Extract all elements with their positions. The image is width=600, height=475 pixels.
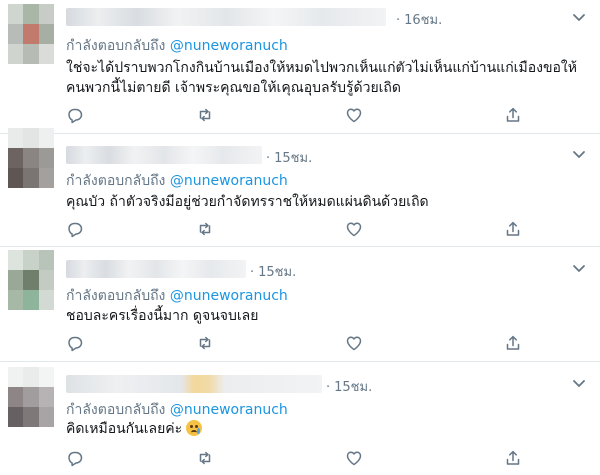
reply-icon[interactable] (66, 106, 84, 124)
avatar-pixel (23, 270, 39, 290)
avatar-pixel (8, 44, 24, 64)
like-icon[interactable] (345, 449, 363, 467)
divider (0, 133, 600, 134)
share-icon[interactable] (504, 220, 522, 238)
mention-link[interactable]: @nuneworanuch (170, 38, 288, 54)
share-icon[interactable] (504, 449, 522, 467)
reply-context: กำลังตอบกลับถึง @nuneworanuch (66, 35, 288, 57)
chevron-down-icon[interactable] (572, 10, 586, 24)
blurred-username[interactable] (66, 260, 246, 278)
tweet-text: ใช่จะได้ปราบพวกโกงกินบ้านเมืองให้หมดไปพว… (66, 58, 586, 98)
avatar-pixel (23, 128, 39, 148)
avatar-pixel (23, 44, 39, 64)
like-icon[interactable] (345, 106, 363, 124)
avatar-pixel (38, 4, 54, 24)
reply-feed: · 16ชม. กำลังตอบกลับถึง @nuneworanuch ใช่… (0, 0, 600, 475)
blurred-username[interactable] (66, 8, 386, 26)
blurred-username[interactable] (66, 375, 322, 393)
avatar-pixel (8, 367, 24, 387)
tweet-text-line: คุณบัว ถ้าตัวจริงมีอยู่ช่วยกำจัดทรราชให้… (66, 194, 429, 210)
tweet-text: คิดเหมือนกันเลยค่ะ (66, 419, 586, 439)
reply-prefix: กำลังตอบกลับถึง (66, 402, 166, 418)
retweet-icon[interactable] (196, 220, 214, 238)
tweet-text: คุณบัว ถ้าตัวจริงมีอยู่ช่วยกำจัดทรราชให้… (66, 192, 586, 212)
avatar-pixel (23, 290, 39, 310)
tweet-text: ชอบละครเรื่องนี้มาก ดูจนจบเลย (66, 306, 586, 326)
like-icon[interactable] (345, 334, 363, 352)
mention-link[interactable]: @nuneworanuch (170, 173, 288, 189)
reply-prefix: กำลังตอบกลับถึง (66, 173, 166, 189)
chevron-down-icon[interactable] (572, 261, 586, 275)
retweet-icon[interactable] (196, 334, 214, 352)
reply-context: กำลังตอบกลับถึง @nuneworanuch (66, 399, 288, 421)
avatar[interactable] (8, 4, 54, 64)
avatar-pixel (8, 250, 24, 270)
avatar-pixel (38, 44, 54, 64)
avatar-pixel (8, 387, 24, 407)
avatar-pixel (23, 4, 39, 24)
avatar-pixel (23, 367, 39, 387)
tweet-text-line: คิดเหมือนกันเลยค่ะ (66, 419, 586, 439)
avatar-pixel (23, 250, 39, 270)
avatar-pixel (38, 24, 54, 44)
reply-icon[interactable] (66, 334, 84, 352)
timestamp[interactable]: · 15ชม. (266, 147, 312, 168)
timestamp[interactable]: · 16ชม. (396, 9, 442, 30)
avatar-pixel (38, 128, 54, 148)
divider (0, 361, 600, 362)
mention-link[interactable]: @nuneworanuch (170, 288, 288, 304)
tweet-text-line: ชอบละครเรื่องนี้มาก ดูจนจบเลย (66, 308, 259, 324)
avatar-pixel (8, 24, 24, 44)
avatar-pixel (38, 407, 54, 427)
tweet-actions (66, 220, 526, 240)
share-icon[interactable] (504, 334, 522, 352)
avatar-pixel (38, 270, 54, 290)
like-icon[interactable] (345, 220, 363, 238)
avatar-pixel (8, 270, 24, 290)
tweet-text-line: ใช่จะได้ปราบพวกโกงกินบ้านเมืองให้หมดไปพว… (66, 60, 577, 76)
avatar-pixel (23, 24, 39, 44)
avatar-pixel (38, 367, 54, 387)
avatar-pixel (8, 168, 24, 188)
tweet-actions (66, 334, 526, 354)
avatar-pixel (23, 168, 39, 188)
avatar-pixel (23, 407, 39, 427)
crying-face-emoji-icon (186, 420, 203, 436)
avatar[interactable] (8, 128, 54, 188)
avatar-pixel (8, 290, 24, 310)
share-icon[interactable] (504, 106, 522, 124)
avatar-pixel (23, 387, 39, 407)
blurred-username[interactable] (66, 146, 262, 164)
avatar-pixel (8, 407, 24, 427)
avatar-pixel (38, 250, 54, 270)
avatar-pixel (23, 148, 39, 168)
avatar-pixel (38, 168, 54, 188)
timestamp[interactable]: · 15ชม. (250, 261, 296, 282)
avatar[interactable] (8, 367, 54, 427)
avatar[interactable] (8, 250, 54, 310)
avatar-pixel (38, 148, 54, 168)
timestamp[interactable]: · 15ชม. (326, 376, 372, 397)
chevron-down-icon[interactable] (572, 147, 586, 161)
retweet-icon[interactable] (196, 449, 214, 467)
chevron-down-icon[interactable] (572, 376, 586, 390)
tweet-actions (66, 106, 526, 126)
retweet-icon[interactable] (196, 106, 214, 124)
avatar-pixel (8, 4, 24, 24)
tweet-text-line: คนพวกนี้ไม่ตายดี เจ้าพระคุณขอให้เคุณอุบล… (66, 80, 402, 96)
avatar-pixel (8, 128, 24, 148)
avatar-pixel (38, 290, 54, 310)
avatar-pixel (8, 148, 24, 168)
reply-icon[interactable] (66, 220, 84, 238)
mention-link[interactable]: @nuneworanuch (170, 402, 288, 418)
avatar-pixel (38, 387, 54, 407)
reply-context: กำลังตอบกลับถึง @nuneworanuch (66, 170, 288, 192)
tweet-actions (66, 449, 526, 469)
reply-prefix: กำลังตอบกลับถึง (66, 38, 166, 54)
reply-icon[interactable] (66, 449, 84, 467)
divider (0, 246, 600, 247)
reply-context: กำลังตอบกลับถึง @nuneworanuch (66, 285, 288, 307)
reply-prefix: กำลังตอบกลับถึง (66, 288, 166, 304)
